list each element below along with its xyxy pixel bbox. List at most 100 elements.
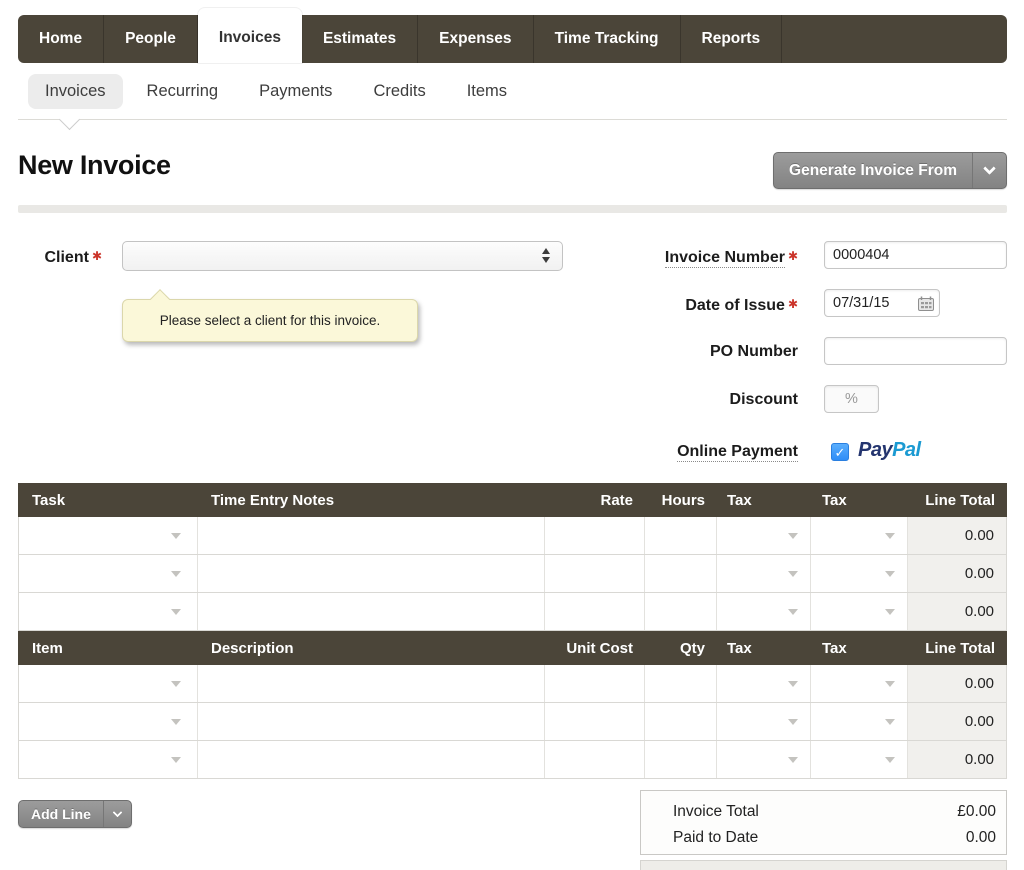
tax2-select-cell[interactable] — [811, 665, 908, 702]
unit-cost-cell[interactable] — [545, 741, 645, 778]
dropdown-arrow-icon — [171, 571, 181, 577]
tax1-select-cell[interactable] — [717, 593, 812, 630]
client-select[interactable] — [122, 241, 563, 271]
tax2-select-cell[interactable] — [811, 517, 908, 554]
subnav-item-recurring[interactable]: Recurring — [130, 74, 236, 109]
dropdown-arrow-icon — [171, 719, 181, 725]
table-row: 0.00 — [19, 665, 1006, 703]
col-header-item: Item — [18, 640, 197, 657]
unit-cost-cell[interactable] — [545, 665, 645, 702]
nav-tab-home[interactable]: Home — [18, 15, 104, 63]
description-cell[interactable] — [198, 665, 545, 702]
rate-cell[interactable] — [545, 555, 645, 592]
task-select-cell[interactable] — [19, 517, 198, 554]
task-select-cell[interactable] — [19, 593, 198, 630]
dropdown-arrow-icon — [171, 533, 181, 539]
dropdown-arrow-icon — [788, 533, 798, 539]
top-navbar: Home People Invoices Estimates Expenses … — [18, 15, 1007, 63]
dropdown-arrow-icon — [885, 533, 895, 539]
add-line-dropdown-toggle[interactable] — [103, 801, 131, 827]
tax1-select-cell[interactable] — [717, 555, 812, 592]
item-select-cell[interactable] — [19, 665, 198, 702]
rate-cell[interactable] — [545, 517, 645, 554]
po-number-input[interactable] — [824, 337, 1007, 365]
invoices-subnav: Invoices Recurring Payments Credits Item… — [28, 74, 524, 109]
required-asterisk-icon: ✱ — [92, 249, 102, 263]
nav-tab-time-tracking[interactable]: Time Tracking — [534, 15, 681, 63]
description-cell[interactable] — [198, 741, 545, 778]
nav-tab-people[interactable]: People — [104, 15, 198, 63]
col-header-time-entry-notes: Time Entry Notes — [197, 492, 545, 509]
dropdown-arrow-icon — [788, 609, 798, 615]
nav-tab-invoices[interactable]: Invoices — [198, 8, 302, 63]
description-cell[interactable] — [198, 703, 545, 740]
date-of-issue-field — [824, 289, 940, 319]
tax2-select-cell[interactable] — [811, 741, 908, 778]
tax1-select-cell[interactable] — [717, 741, 812, 778]
line-total-cell: 0.00 — [908, 555, 1006, 592]
hours-cell[interactable] — [645, 517, 717, 554]
calendar-icon[interactable] — [917, 295, 935, 312]
section-divider — [18, 205, 1007, 213]
tax1-select-cell[interactable] — [717, 665, 812, 702]
time-table-header: Task Time Entry Notes Rate Hours Tax Tax… — [18, 483, 1007, 517]
nav-tab-estimates[interactable]: Estimates — [302, 15, 418, 63]
time-entry-notes-cell[interactable] — [198, 555, 545, 592]
page-title: New Invoice — [18, 150, 171, 181]
dropdown-arrow-icon — [788, 719, 798, 725]
tax1-select-cell[interactable] — [717, 703, 812, 740]
paypal-checkbox[interactable]: ✓ — [831, 443, 849, 461]
qty-cell[interactable] — [645, 665, 717, 702]
time-entry-notes-cell[interactable] — [198, 593, 545, 630]
line-total-cell: 0.00 — [908, 665, 1006, 702]
tax1-select-cell[interactable] — [717, 517, 812, 554]
line-total-cell: 0.00 — [908, 741, 1006, 778]
col-header-line-total: Line Total — [909, 492, 1007, 509]
nav-tab-expenses[interactable]: Expenses — [418, 15, 533, 63]
table-row: 0.00 — [19, 741, 1006, 779]
tax2-select-cell[interactable] — [811, 703, 908, 740]
date-of-issue-label: Date of Issue✱ — [560, 289, 798, 321]
tax2-select-cell[interactable] — [811, 555, 908, 592]
tax2-select-cell[interactable] — [811, 593, 908, 630]
col-header-line-total: Line Total — [909, 640, 1007, 657]
subnav-item-items[interactable]: Items — [450, 74, 524, 109]
dropdown-arrow-icon — [885, 571, 895, 577]
col-header-tax1: Tax — [717, 640, 812, 657]
col-header-tax1: Tax — [717, 492, 812, 509]
table-row: 0.00 — [19, 517, 1006, 555]
discount-input[interactable] — [824, 385, 879, 413]
line-total-cell: 0.00 — [908, 703, 1006, 740]
table-row: 0.00 — [19, 555, 1006, 593]
chevron-down-icon — [983, 162, 996, 175]
table-row: 0.00 — [19, 703, 1006, 741]
add-line-button[interactable]: Add Line — [18, 800, 132, 828]
rate-cell[interactable] — [545, 593, 645, 630]
generate-invoice-dropdown-toggle[interactable] — [972, 153, 1006, 188]
hours-cell[interactable] — [645, 555, 717, 592]
tooltip-pointer-icon — [150, 289, 170, 309]
po-number-label: PO Number — [560, 337, 798, 367]
invoice-number-input[interactable] — [824, 241, 1007, 269]
invoice-number-label: Invoice Number✱ — [560, 241, 798, 273]
qty-cell[interactable] — [645, 703, 717, 740]
dropdown-arrow-icon — [885, 681, 895, 687]
generate-invoice-from-button[interactable]: Generate Invoice From — [773, 152, 1007, 189]
dropdown-arrow-icon — [885, 719, 895, 725]
hours-cell[interactable] — [645, 593, 717, 630]
subnav-active-notch — [59, 109, 80, 130]
item-select-cell[interactable] — [19, 741, 198, 778]
subnav-item-credits[interactable]: Credits — [356, 74, 442, 109]
dropdown-arrow-icon — [788, 757, 798, 763]
nav-tab-reports[interactable]: Reports — [681, 15, 783, 63]
subnav-item-payments[interactable]: Payments — [242, 74, 349, 109]
qty-cell[interactable] — [645, 741, 717, 778]
task-select-cell[interactable] — [19, 555, 198, 592]
unit-cost-cell[interactable] — [545, 703, 645, 740]
subnav-item-invoices[interactable]: Invoices — [28, 74, 123, 109]
time-entry-notes-cell[interactable] — [198, 517, 545, 554]
item-select-cell[interactable] — [19, 703, 198, 740]
select-updown-icon — [542, 248, 550, 263]
items-table: Item Description Unit Cost Qty Tax Tax L… — [18, 631, 1007, 779]
invoice-total-label: Invoice Total — [673, 799, 759, 825]
